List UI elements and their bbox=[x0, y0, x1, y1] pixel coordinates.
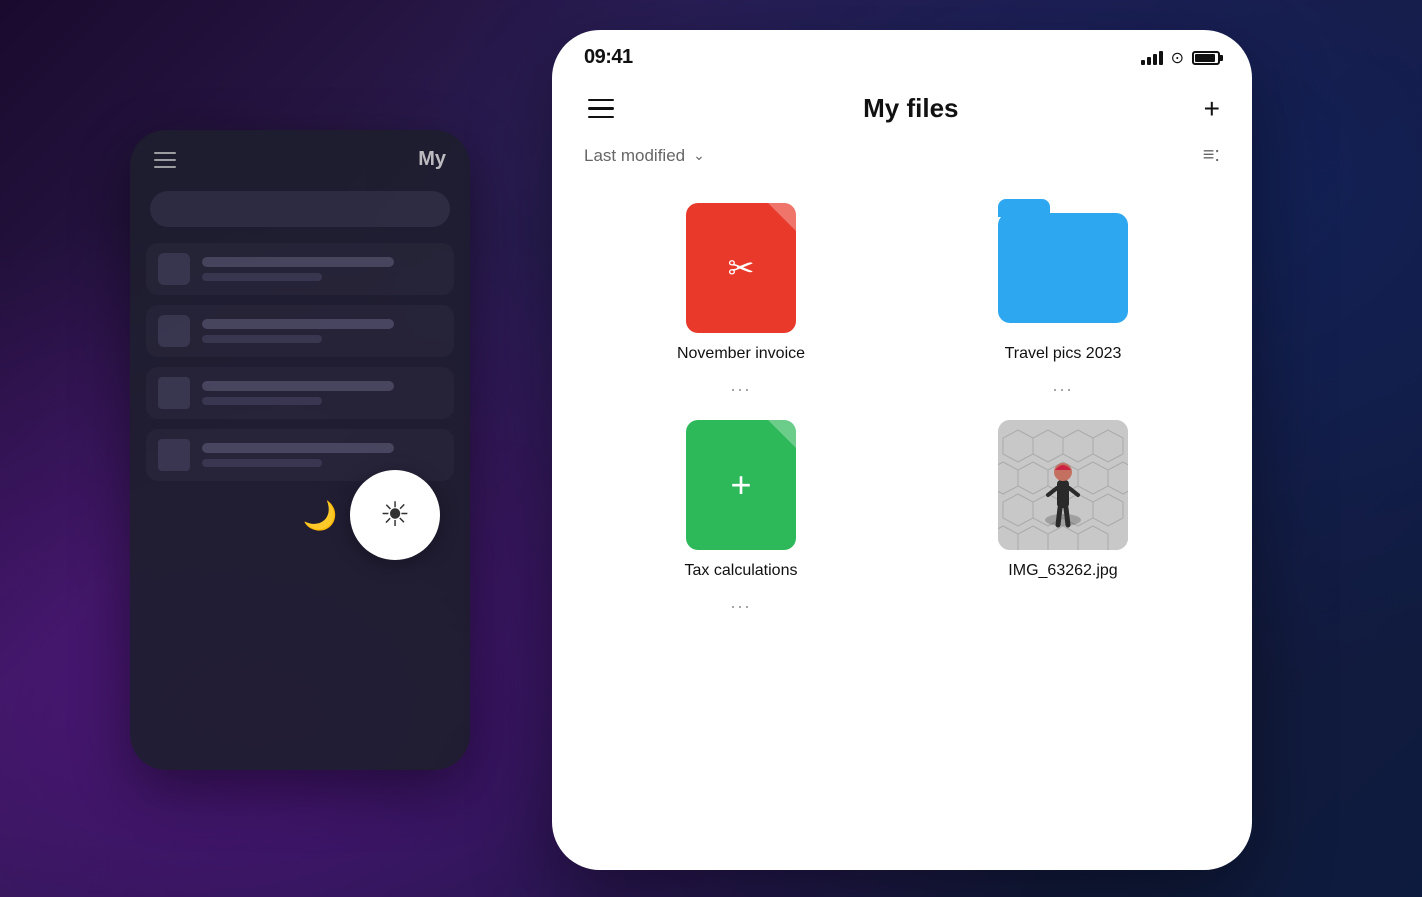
file-name: Tax calculations bbox=[685, 562, 798, 580]
folder-icon bbox=[998, 213, 1128, 323]
status-bar: 09:41 ⊙ bbox=[552, 30, 1252, 77]
file-more-button[interactable]: ... bbox=[1052, 375, 1073, 396]
dark-phone-header: My bbox=[130, 130, 470, 183]
spreadsheet-icon: + bbox=[686, 420, 796, 550]
file-item-november-invoice[interactable]: ✂ November invoice ... bbox=[592, 203, 890, 396]
sun-toggle-button[interactable]: ☀ bbox=[350, 470, 440, 560]
dark-menu-icon bbox=[154, 152, 176, 168]
dark-file-text bbox=[202, 443, 442, 467]
dark-phone-title: My bbox=[418, 148, 446, 171]
file-item-tax-calculations[interactable]: + Tax calculations ... bbox=[592, 420, 890, 613]
file-item-img-63262[interactable]: IMG_63262.jpg bbox=[914, 420, 1212, 613]
file-name: IMG_63262.jpg bbox=[1008, 562, 1117, 580]
battery-icon bbox=[1192, 51, 1220, 65]
dark-file-text bbox=[202, 257, 442, 281]
pdf-symbol: ✂ bbox=[728, 249, 755, 287]
sort-selector[interactable]: Last modified ⌄ bbox=[584, 146, 705, 166]
wifi-icon: ⊙ bbox=[1171, 48, 1184, 68]
pdf-icon: ✂ bbox=[686, 203, 796, 333]
image-svg bbox=[998, 420, 1128, 550]
dark-file-text bbox=[202, 319, 442, 343]
image-thumbnail bbox=[998, 420, 1128, 550]
dark-file-sub-bar bbox=[202, 273, 322, 281]
files-grid: ✂ November invoice ... Travel pics 2023 … bbox=[552, 187, 1252, 629]
dark-file-text bbox=[202, 381, 442, 405]
file-icon-wrap bbox=[998, 203, 1128, 333]
dark-file-icon bbox=[158, 315, 190, 347]
theme-toggle[interactable]: 🌙 ☀ bbox=[290, 470, 440, 560]
light-phone: 09:41 ⊙ My files + Last modified ⌄ bbox=[552, 30, 1252, 870]
add-file-button[interactable]: + bbox=[1204, 95, 1220, 123]
dark-file-name-bar bbox=[202, 381, 394, 391]
file-icon-wrap: + bbox=[676, 420, 806, 550]
signal-icon bbox=[1141, 51, 1163, 65]
view-toggle-button[interactable]: ≡: bbox=[1203, 144, 1220, 167]
sort-label: Last modified bbox=[584, 146, 685, 166]
status-icons: ⊙ bbox=[1141, 48, 1220, 68]
page-title: My files bbox=[863, 93, 958, 124]
chevron-down-icon: ⌄ bbox=[693, 147, 705, 164]
dark-file-name-bar bbox=[202, 443, 394, 453]
dark-file-sub-bar bbox=[202, 459, 322, 467]
dark-file-name-bar bbox=[202, 257, 394, 267]
dark-search-bar bbox=[150, 191, 450, 227]
battery-fill bbox=[1195, 54, 1215, 62]
dark-file-icon bbox=[158, 439, 190, 471]
sort-bar: Last modified ⌄ ≡: bbox=[552, 136, 1252, 187]
file-more-button[interactable]: ... bbox=[730, 375, 751, 396]
file-name: November invoice bbox=[677, 345, 805, 363]
file-icon-wrap: ✂ bbox=[676, 203, 806, 333]
dark-file-icon bbox=[158, 377, 190, 409]
dark-list-item bbox=[146, 305, 454, 357]
sun-icon: ☀ bbox=[380, 495, 410, 535]
dark-file-list bbox=[130, 243, 470, 481]
dark-file-icon bbox=[158, 253, 190, 285]
dark-phone: My bbox=[130, 130, 470, 770]
dark-list-item bbox=[146, 243, 454, 295]
dark-list-item bbox=[146, 367, 454, 419]
dark-file-name-bar bbox=[202, 319, 394, 329]
file-icon-wrap bbox=[998, 420, 1128, 550]
app-header: My files + bbox=[552, 77, 1252, 136]
file-more-button[interactable]: ... bbox=[730, 592, 751, 613]
file-item-travel-pics[interactable]: Travel pics 2023 ... bbox=[914, 203, 1212, 396]
status-time: 09:41 bbox=[584, 46, 633, 69]
moon-icon: 🌙 bbox=[290, 485, 350, 545]
list-view-icon: ≡: bbox=[1203, 144, 1220, 166]
dark-file-sub-bar bbox=[202, 335, 322, 343]
file-name: Travel pics 2023 bbox=[1005, 345, 1122, 363]
menu-button[interactable] bbox=[584, 95, 618, 123]
sheet-symbol: + bbox=[730, 467, 751, 503]
dark-file-sub-bar bbox=[202, 397, 322, 405]
